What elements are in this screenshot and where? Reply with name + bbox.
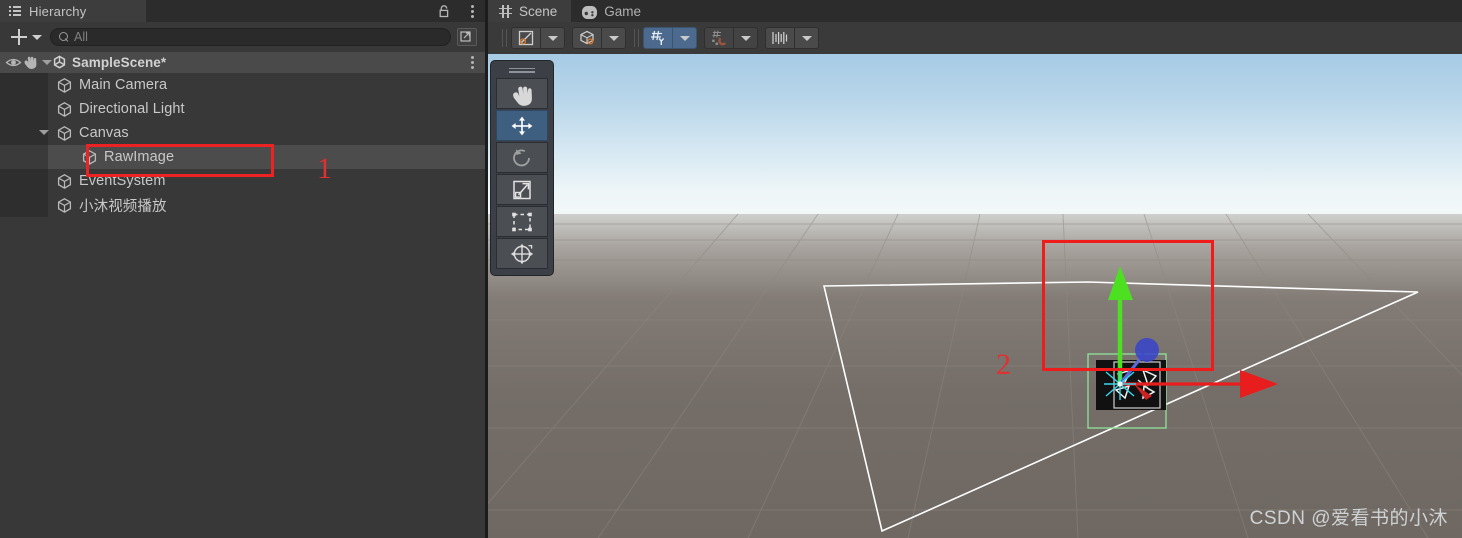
scene-2d-group <box>572 27 626 49</box>
hierarchy-item-directional-light[interactable]: Directional Light <box>0 97 485 121</box>
expand-panel-icon[interactable] <box>457 28 477 46</box>
move-tool-button[interactable] <box>496 110 548 141</box>
hierarchy-item-label: Canvas <box>79 125 129 141</box>
rotate-tool-button[interactable] <box>496 142 548 173</box>
hierarchy-item-label: Main Camera <box>79 77 168 93</box>
add-dropdown-chevron-down-icon[interactable] <box>30 27 43 47</box>
cube-icon <box>56 125 73 142</box>
gizmo-scale-button[interactable] <box>765 27 795 49</box>
scene-2d-chevron-down-icon[interactable] <box>602 27 626 49</box>
scene-viewport[interactable]: CSDN @爱看书的小沐 <box>488 54 1462 538</box>
scene-panel: Scene Game CSDN @爱看书的小沐 2 <box>488 0 1462 538</box>
eye-icon[interactable] <box>5 52 22 73</box>
hand-icon <box>513 86 532 106</box>
scale-tool-button[interactable] <box>496 174 548 205</box>
transform-tool-button[interactable] <box>496 238 548 269</box>
draw-mode-group <box>511 27 565 49</box>
move-arrows-icon <box>511 116 533 135</box>
hierarchy-tab-label: Hierarchy <box>29 3 87 19</box>
lock-icon[interactable] <box>437 4 451 18</box>
tab-scene-label: Scene <box>519 3 558 19</box>
hierarchy-item-label: 小沐视频播放 <box>79 198 167 215</box>
grid-icon <box>499 4 512 18</box>
row-gutter <box>0 97 48 121</box>
tab-game[interactable]: Game <box>571 0 655 22</box>
hierarchy-item-label: Directional Light <box>79 101 185 117</box>
magnet-snap-chevron-down-icon[interactable] <box>734 27 758 49</box>
hierarchy-menu-icon[interactable] <box>471 4 474 18</box>
scene-2d-button[interactable] <box>572 27 602 49</box>
grid-snap-group <box>643 27 697 49</box>
annotation-box-2 <box>1042 240 1214 371</box>
row-gutter <box>0 169 48 193</box>
magnet-snap-group <box>704 27 758 49</box>
hierarchy-tabbar: Hierarchy <box>0 0 485 22</box>
hierarchy-scene-row[interactable]: SampleScene* <box>0 52 485 73</box>
row-gutter <box>0 193 48 217</box>
add-object-button[interactable] <box>8 27 30 47</box>
scene-tabbar: Scene Game <box>488 0 1462 22</box>
scene-tool-palette <box>490 60 554 276</box>
palette-drag-handle[interactable] <box>496 65 548 75</box>
row-gutter <box>0 73 48 97</box>
toolbar-divider-mid <box>634 29 639 47</box>
rect-tool-button[interactable] <box>496 206 548 237</box>
draw-mode-button[interactable] <box>511 27 541 49</box>
rect-transform-icon <box>512 212 532 231</box>
unity-scene-icon <box>52 55 67 70</box>
search-icon <box>59 32 69 42</box>
scale-icon <box>513 180 531 199</box>
row-gutter <box>0 145 48 169</box>
scene-3d-content <box>488 213 1462 538</box>
cube-icon <box>56 173 73 190</box>
cube-icon <box>56 101 73 118</box>
cube-icon <box>56 197 73 214</box>
hand-pickability-icon[interactable] <box>22 52 39 73</box>
grid-snap-button[interactable] <box>643 27 673 49</box>
grid-snap-chevron-down-icon[interactable] <box>673 27 697 49</box>
hierarchy-item-小沐视频播放[interactable]: 小沐视频播放 <box>0 193 485 217</box>
expand-triangle-down-icon[interactable] <box>36 121 49 145</box>
scene-expand-triangle-down-icon[interactable] <box>39 52 52 73</box>
hand-tool-button[interactable] <box>496 78 548 109</box>
hierarchy-panel: Hierarchy All SampleScene* Main Camera D… <box>0 0 485 538</box>
hierarchy-toolbar: All <box>0 22 485 52</box>
scene-toolbar <box>488 22 1462 54</box>
magnet-snap-button[interactable] <box>704 27 734 49</box>
annotation-number-1: 1 <box>317 152 332 185</box>
annotation-number-2: 2 <box>996 348 1011 381</box>
tab-hierarchy[interactable]: Hierarchy <box>0 0 146 22</box>
hierarchy-list-icon <box>9 5 22 18</box>
scene-name-label: SampleScene* <box>72 55 167 70</box>
toolbar-divider-left <box>502 29 507 47</box>
gizmo-scale-group <box>765 27 819 49</box>
annotation-box-1 <box>86 144 274 177</box>
draw-mode-chevron-down-icon[interactable] <box>541 27 565 49</box>
gamepad-icon <box>582 5 598 19</box>
search-placeholder: All <box>74 30 88 44</box>
scene-row-menu-icon[interactable] <box>471 55 474 69</box>
cube-icon <box>56 77 73 94</box>
unity-editor-window: Hierarchy All SampleScene* Main Camera D… <box>0 0 1462 538</box>
gizmo-scale-chevron-down-icon[interactable] <box>795 27 819 49</box>
rotate-icon <box>513 148 530 166</box>
watermark-text: CSDN @爱看书的小沐 <box>1249 508 1448 529</box>
tab-scene[interactable]: Scene <box>488 0 572 22</box>
search-input[interactable]: All <box>50 28 451 46</box>
tab-game-label: Game <box>604 3 642 19</box>
hierarchy-item-canvas[interactable]: Canvas <box>0 121 485 145</box>
transform-icon <box>510 243 534 264</box>
hierarchy-item-main-camera[interactable]: Main Camera <box>0 73 485 97</box>
